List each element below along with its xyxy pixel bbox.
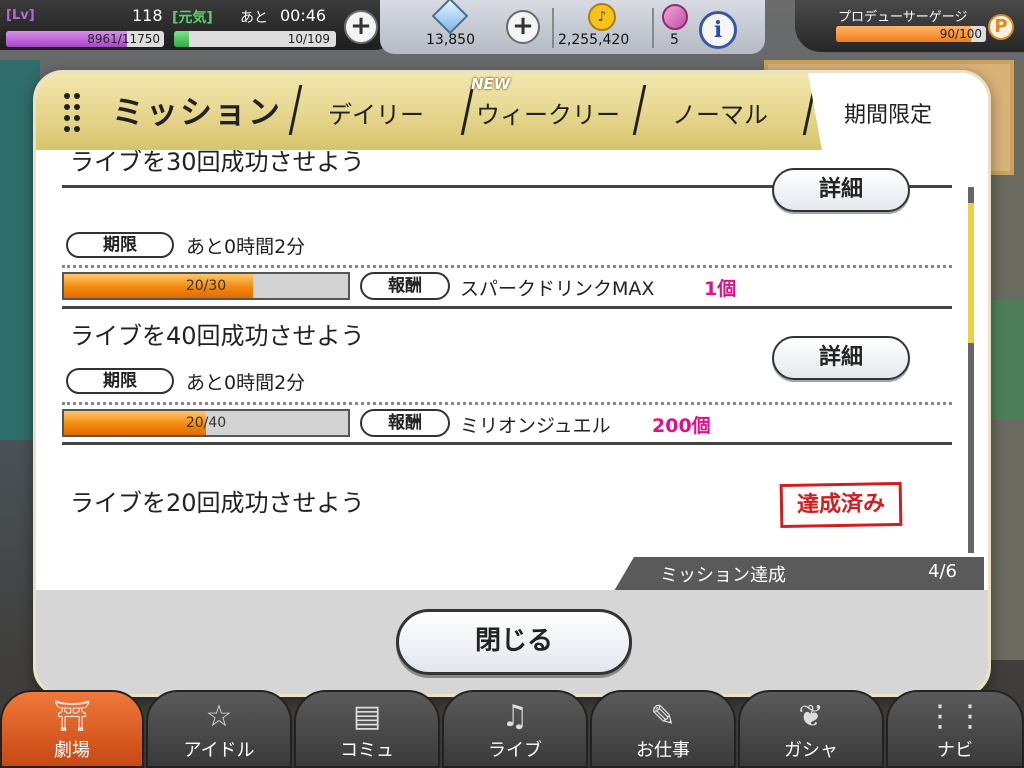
- theater-icon: ⛩: [52, 699, 92, 734]
- producer-gauge-label: プロデューサーゲージ: [838, 10, 968, 25]
- recovery-time: 00:46: [280, 6, 327, 25]
- money-count: 2,255,420: [558, 32, 630, 48]
- status-bar: [Lv] 118 [元気] あと 00:46 8961/11750 10/109…: [0, 0, 1024, 56]
- dotted-divider: [62, 402, 952, 405]
- detail-button[interactable]: 詳細: [772, 336, 910, 380]
- close-button[interactable]: 閉じる: [396, 609, 632, 675]
- nav-item-commu[interactable]: ▤ コミュ: [294, 690, 440, 768]
- mission-tab-bar: ミッション デイリー NEW ウィークリー ノーマル 期間限定: [36, 73, 988, 150]
- reward-name: ミリオンジュエル: [460, 415, 611, 437]
- ticket-count: 5: [670, 32, 679, 48]
- mission-title: ライブを30回成功させよう: [70, 150, 365, 176]
- reward-tag: 報酬: [360, 272, 450, 300]
- progress-text: 20/40: [185, 415, 227, 431]
- mission-item: ライブを40回成功させよう 詳細 期限 あと0時間2分 20/40 報酬 ミリオ…: [36, 316, 988, 486]
- nav-label: ライブ: [488, 740, 542, 761]
- new-badge: NEW: [471, 75, 511, 93]
- gacha-icon: ❦: [798, 699, 824, 734]
- row-divider: [62, 442, 952, 445]
- ticket-icon: [662, 4, 688, 30]
- achievement-label: ミッション達成: [660, 565, 786, 586]
- level-value: 118: [132, 6, 163, 25]
- reward-quantity: 200個: [652, 415, 711, 437]
- bottom-nav: ⛩ 劇場 ☆ アイドル ▤ コミュ ♫ ライブ ✎ お仕事 ❦ ガシャ ⋮⋮ ナ…: [0, 690, 1024, 768]
- deadline-tag: 期限: [66, 232, 174, 258]
- tab-daily[interactable]: デイリー: [328, 95, 424, 130]
- tab-limited-label: 期間限定: [844, 103, 933, 128]
- nav-label: お仕事: [636, 740, 690, 761]
- nav-label: ガシャ: [784, 740, 838, 761]
- deadline-tag: 期限: [66, 368, 174, 394]
- work-icon: ✎: [650, 699, 676, 734]
- divider: [552, 8, 554, 48]
- nav-item-idol[interactable]: ☆ アイドル: [146, 690, 292, 768]
- progress-text: 20/30: [185, 278, 227, 294]
- stamina-bar: 10/109: [174, 31, 336, 47]
- tab-weekly[interactable]: ウィークリー: [476, 95, 620, 130]
- commu-icon: ▤: [352, 699, 382, 734]
- jewel-count: 13,850: [426, 32, 475, 48]
- deadline-value: あと0時間2分: [186, 372, 306, 394]
- achievement-count: 4/6: [928, 561, 957, 582]
- nav-item-work[interactable]: ✎ お仕事: [590, 690, 736, 768]
- dialog-title: ミッション: [112, 93, 283, 131]
- tab-separator: [288, 85, 303, 135]
- tab-separator: [632, 85, 647, 135]
- stamina-text: 10/109: [287, 32, 330, 46]
- row-divider: [62, 306, 952, 309]
- progress-bar: 20/30: [62, 272, 350, 300]
- reward-quantity: 1個: [704, 278, 737, 300]
- mission-title: ライブを20回成功させよう: [70, 489, 365, 517]
- stamina-bar-fill: [174, 31, 189, 47]
- nav-label: 劇場: [54, 740, 90, 761]
- recovery-label: あと: [240, 10, 268, 26]
- nav-item-gacha[interactable]: ❦ ガシャ: [738, 690, 884, 768]
- producer-badge-icon[interactable]: P: [988, 14, 1014, 40]
- idol-icon: ☆: [205, 699, 233, 734]
- completed-stamp: 達成済み: [779, 481, 903, 529]
- nav-item-theater[interactable]: ⛩ 劇場: [0, 690, 144, 768]
- exp-bar: 8961/11750: [6, 31, 164, 47]
- divider: [652, 8, 654, 48]
- producer-gauge-bar: 90/100: [836, 26, 986, 42]
- nav-label: コミュ: [340, 740, 394, 761]
- exp-text: 8961/11750: [87, 32, 160, 46]
- navi-icon: ⋮⋮: [925, 699, 985, 734]
- mission-dialog: ミッション デイリー NEW ウィークリー ノーマル 期間限定 ライブを30回成…: [33, 70, 991, 697]
- nav-label: ナビ: [937, 740, 973, 761]
- mood-status: [元気]: [172, 10, 213, 26]
- mission-list[interactable]: ライブを30回成功させよう 詳細 期限 あと0時間2分 20/30 報酬 スパー…: [36, 150, 988, 590]
- mission-item: ライブを30回成功させよう 詳細 期限 あと0時間2分 20/30 報酬 スパー…: [36, 150, 988, 320]
- reward-tag: 報酬: [360, 409, 450, 437]
- deadline-value: あと0時間2分: [186, 236, 306, 258]
- nav-item-navi[interactable]: ⋮⋮ ナビ: [886, 690, 1024, 768]
- detail-button[interactable]: 詳細: [772, 168, 910, 212]
- nav-item-live[interactable]: ♫ ライブ: [442, 690, 588, 768]
- live-icon: ♫: [501, 699, 529, 734]
- add-jewel-button[interactable]: +: [506, 10, 540, 44]
- level-tag: [Lv]: [6, 8, 35, 23]
- reward-name: スパークドリンクMAX: [460, 278, 655, 300]
- nav-label: アイドル: [183, 740, 255, 761]
- add-stamina-button[interactable]: +: [344, 10, 378, 44]
- dotted-divider: [62, 265, 952, 268]
- info-button[interactable]: i: [699, 11, 737, 49]
- scrollbar-thumb[interactable]: [968, 203, 974, 343]
- money-icon: ♪: [588, 3, 616, 31]
- progress-bar: 20/40: [62, 409, 350, 437]
- mission-title: ライブを40回成功させよう: [70, 322, 365, 350]
- producer-gauge-text: 90/100: [939, 27, 982, 41]
- tab-normal[interactable]: ノーマル: [672, 95, 768, 130]
- grip-icon: [64, 93, 84, 133]
- background-window: [988, 300, 1024, 420]
